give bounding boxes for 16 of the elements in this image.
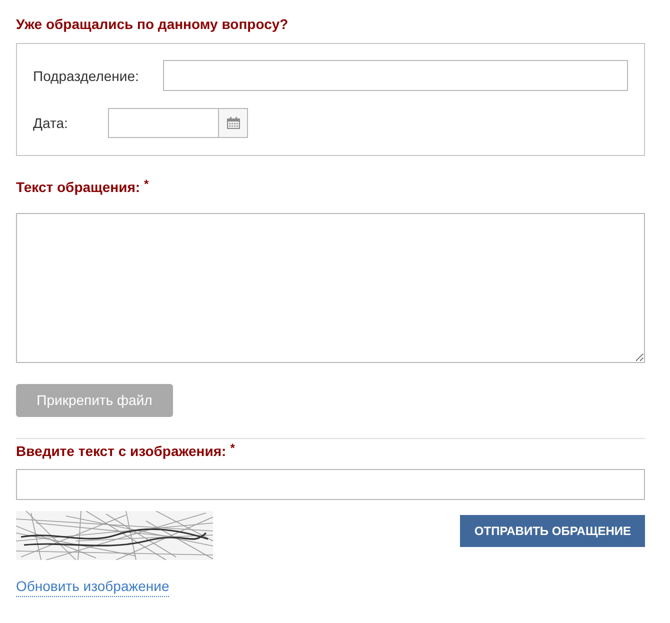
refresh-image-link[interactable]: Обновить изображение [16, 577, 170, 597]
field-label: Введите текст с изображения: [16, 442, 226, 461]
field-label: Уже обращались по данному вопросу? [16, 15, 288, 34]
date-input[interactable] [108, 108, 219, 138]
calendar-icon [226, 117, 240, 129]
attach-file-button[interactable]: Прикрепить файл [16, 384, 173, 417]
captcha-input[interactable] [16, 469, 645, 500]
text-input[interactable] [162, 60, 628, 91]
required-mark: * [230, 441, 235, 455]
submit-button[interactable]: ОТПРАВИТЬ ОБРАЩЕНИЕ [460, 515, 645, 547]
field-label: Текст обращения: [16, 178, 140, 197]
calendar-button[interactable] [219, 108, 248, 138]
field-label: Подразделение: [33, 66, 140, 86]
required-mark: * [144, 177, 149, 191]
field-label: Дата: [33, 114, 69, 133]
message-textarea[interactable] [16, 213, 645, 363]
